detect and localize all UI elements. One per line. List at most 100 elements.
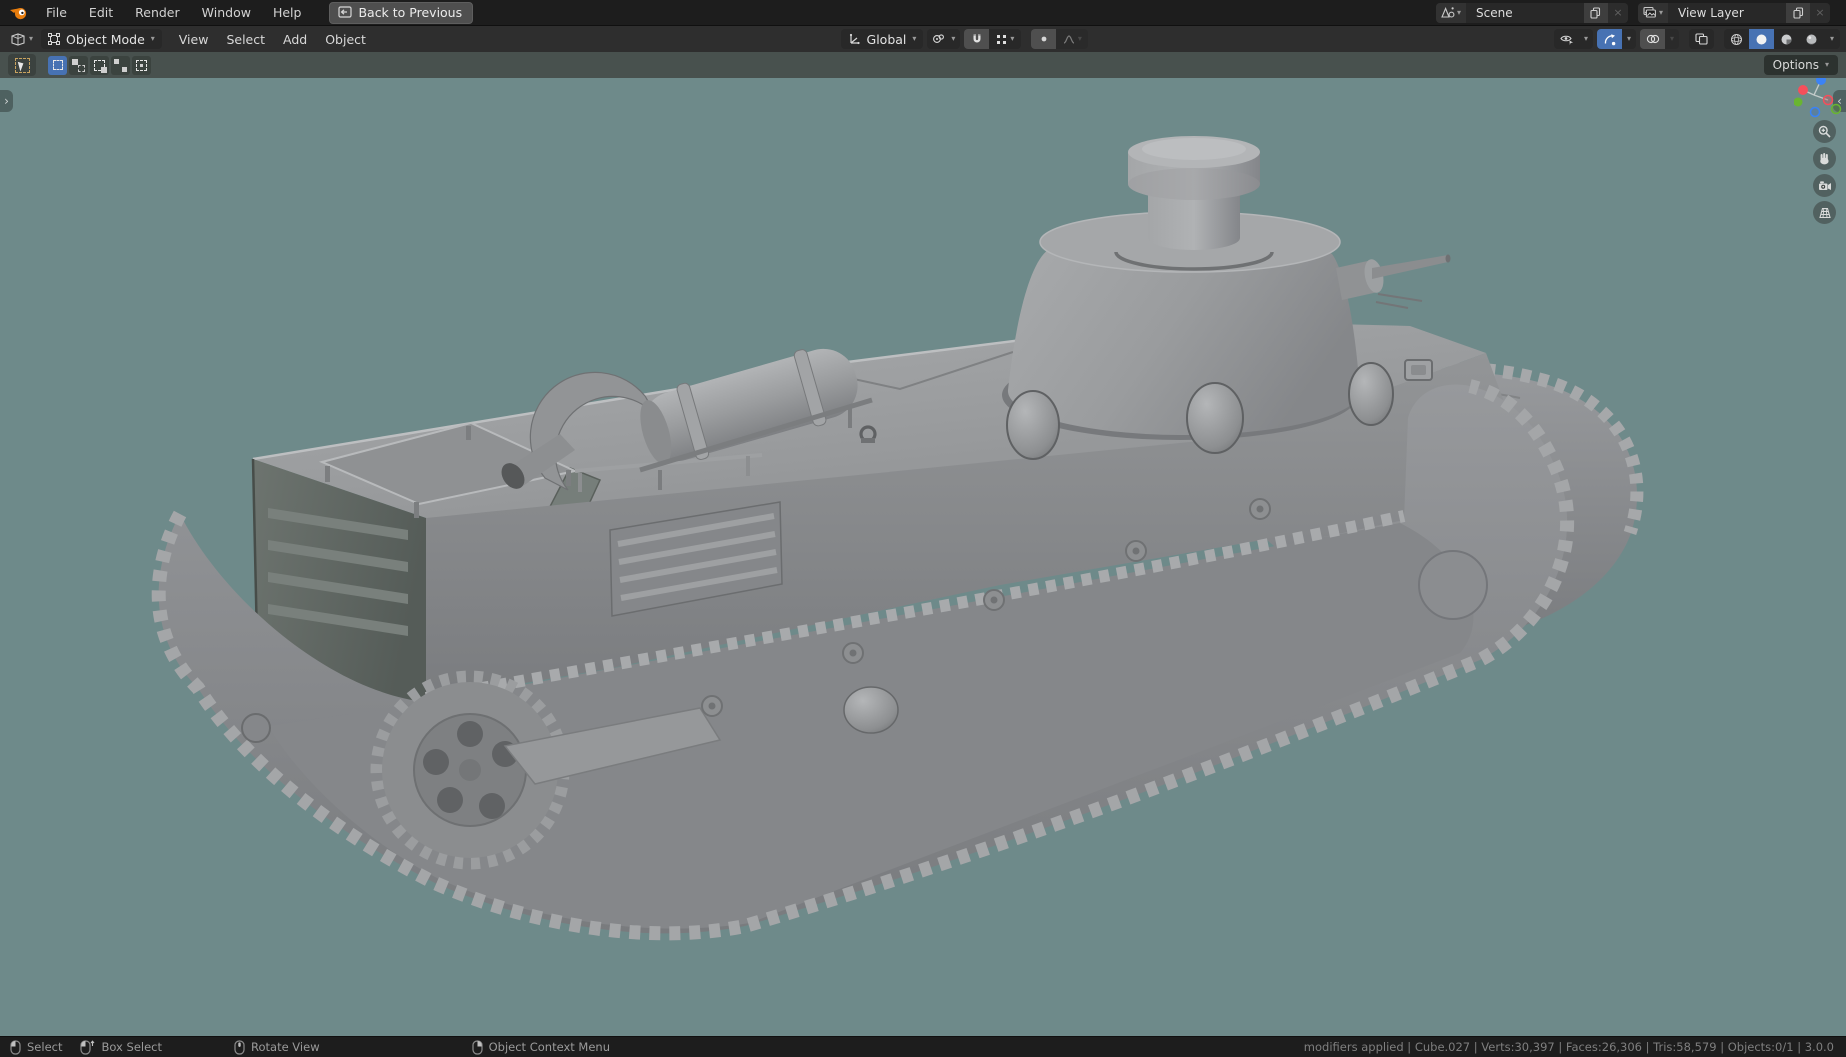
view-layer-remove-button[interactable]: ×	[1810, 2, 1830, 23]
camera-view-button[interactable]	[1813, 174, 1836, 197]
magnet-icon	[973, 34, 981, 43]
blender-logo-icon[interactable]	[8, 4, 30, 22]
hint-select: Select	[10, 1039, 63, 1055]
proportional-editing-icon	[1041, 36, 1047, 42]
back-icon	[338, 6, 353, 18]
scene-unlink-button[interactable]: ×	[1607, 2, 1628, 23]
menu-view[interactable]: View	[170, 29, 218, 50]
gizmo-icon	[1604, 33, 1616, 45]
proportional-editing-toggle[interactable]	[1031, 29, 1057, 49]
options-label: Options	[1772, 58, 1819, 72]
snap-settings-dropdown[interactable]: ▾	[989, 29, 1022, 49]
chevron-down-icon: ▾	[1669, 34, 1674, 43]
shading-rendered-button[interactable]	[1799, 29, 1824, 49]
view-layer-selector[interactable]: ▾ View Layer ×	[1637, 2, 1830, 23]
shading-wireframe-button[interactable]	[1724, 29, 1749, 49]
transform-orientation-dropdown[interactable]: Global ▾	[840, 29, 924, 49]
proportional-falloff-dropdown[interactable]: ▾	[1056, 29, 1089, 49]
scene-selector[interactable]: ▾ Scene ×	[1435, 2, 1628, 23]
grid-perspective-icon	[1818, 207, 1831, 218]
select-mode-subtract[interactable]	[90, 55, 109, 75]
transform-snap-group: Global ▾ ▾ ▾ ▾	[840, 29, 1089, 49]
chevron-down-icon: ▾	[1010, 34, 1015, 43]
mode-selector[interactable]: Object Mode ▾	[41, 29, 162, 49]
orientation-label: Global	[866, 31, 907, 47]
editor-type-selector[interactable]: ▾	[6, 30, 37, 48]
menu-select[interactable]: Select	[217, 29, 274, 50]
view-layer-icon	[1643, 6, 1656, 18]
select-mode-invert[interactable]	[111, 55, 130, 75]
scene-icon	[1441, 7, 1455, 18]
menu-file[interactable]: File	[36, 2, 77, 23]
pivot-point-dropdown[interactable]: ▾	[927, 29, 961, 49]
scene-browse-button[interactable]: ▾	[1435, 2, 1466, 23]
menu-object[interactable]: Object	[316, 29, 375, 50]
view-layer-browse-button[interactable]: ▾	[1637, 2, 1668, 23]
view-layer-name[interactable]: View Layer	[1668, 6, 1786, 20]
hint-label: Select	[27, 1040, 63, 1054]
scene-copy-button[interactable]	[1583, 2, 1608, 23]
tank-3d-model	[0, 78, 1846, 1036]
object-mode-icon	[48, 33, 61, 45]
snap-toggle[interactable]	[964, 29, 990, 49]
options-dropdown[interactable]: Options ▾	[1763, 55, 1838, 75]
select-box-tool-icon	[14, 57, 30, 73]
rendered-sphere-icon	[1806, 34, 1817, 44]
view-layer-copy-button[interactable]	[1786, 2, 1810, 23]
hint-label: Object Context Menu	[488, 1040, 610, 1054]
navigation-gizmo[interactable]	[1794, 78, 1846, 118]
pan-button[interactable]	[1813, 147, 1836, 170]
menu-render[interactable]: Render	[125, 2, 190, 23]
select-mode-set[interactable]	[48, 55, 67, 75]
select-mode-intersect[interactable]	[132, 55, 151, 75]
chevron-down-icon: ▾	[1077, 34, 1082, 43]
wireframe-sphere-icon	[1731, 33, 1742, 45]
chevron-down-icon: ▾	[912, 34, 917, 43]
show-overlays-toggle[interactable]	[1640, 29, 1665, 49]
mouse-left-drag-icon	[80, 1039, 95, 1055]
editor-3d-viewport-icon	[11, 33, 25, 46]
object-visibility-dropdown[interactable]	[1554, 29, 1579, 49]
blender-window: File Edit Render Window Help Back to Pre…	[0, 0, 1846, 1057]
menu-edit[interactable]: Edit	[79, 2, 123, 23]
show-gizmo-toggle[interactable]	[1597, 29, 1622, 49]
scene-name[interactable]: Scene	[1466, 6, 1584, 20]
viewport-nav-controls	[1794, 78, 1842, 238]
tool-header: Options ▾	[0, 52, 1846, 78]
hand-icon	[1820, 153, 1829, 165]
mouse-right-icon	[472, 1039, 483, 1055]
hint-box-select: Box Select	[80, 1039, 162, 1055]
toolbar-expand-tab[interactable]: ›	[0, 90, 13, 112]
back-button-label: Back to Previous	[358, 4, 463, 20]
hint-label: Rotate View	[251, 1040, 320, 1054]
shading-solid-button[interactable]	[1749, 29, 1774, 49]
copy-icon	[1792, 6, 1803, 19]
active-tool-select-box[interactable]	[8, 54, 36, 76]
zoom-button[interactable]	[1813, 120, 1836, 143]
menu-window[interactable]: Window	[192, 2, 261, 23]
hint-label: Box Select	[101, 1040, 162, 1054]
xray-icon	[1695, 33, 1708, 45]
shading-material-button[interactable]	[1774, 29, 1799, 49]
chevron-down-icon: ▾	[1824, 60, 1829, 69]
select-mode-extend[interactable]	[69, 55, 88, 75]
camera-icon	[1818, 180, 1831, 190]
menu-help[interactable]: Help	[263, 2, 312, 23]
back-to-previous-button[interactable]: Back to Previous	[329, 1, 474, 24]
statusbar: Select Box Select Rotate View Object Con…	[0, 1036, 1846, 1057]
viewport-canvas[interactable]: › ‹	[0, 78, 1846, 1036]
pivot-point-icon	[933, 34, 945, 43]
snap-to-icon	[997, 34, 1007, 44]
toggle-perspective-button[interactable]	[1813, 201, 1836, 224]
viewport-display-group: ▾ ▾ ▾ ▾	[1554, 29, 1840, 49]
chevron-down-icon: ▾	[951, 34, 956, 43]
xray-toggle[interactable]	[1689, 29, 1714, 49]
menu-add[interactable]: Add	[274, 29, 316, 50]
hint-rotate-view: Rotate View	[234, 1039, 320, 1055]
visibility-eye-icon	[1559, 35, 1573, 45]
mode-label: Object Mode	[66, 31, 145, 47]
chevron-down-icon: ▾	[29, 34, 34, 43]
chevron-down-icon: ▾	[1626, 34, 1631, 43]
copy-icon	[1590, 6, 1601, 19]
material-sphere-icon	[1781, 34, 1792, 44]
